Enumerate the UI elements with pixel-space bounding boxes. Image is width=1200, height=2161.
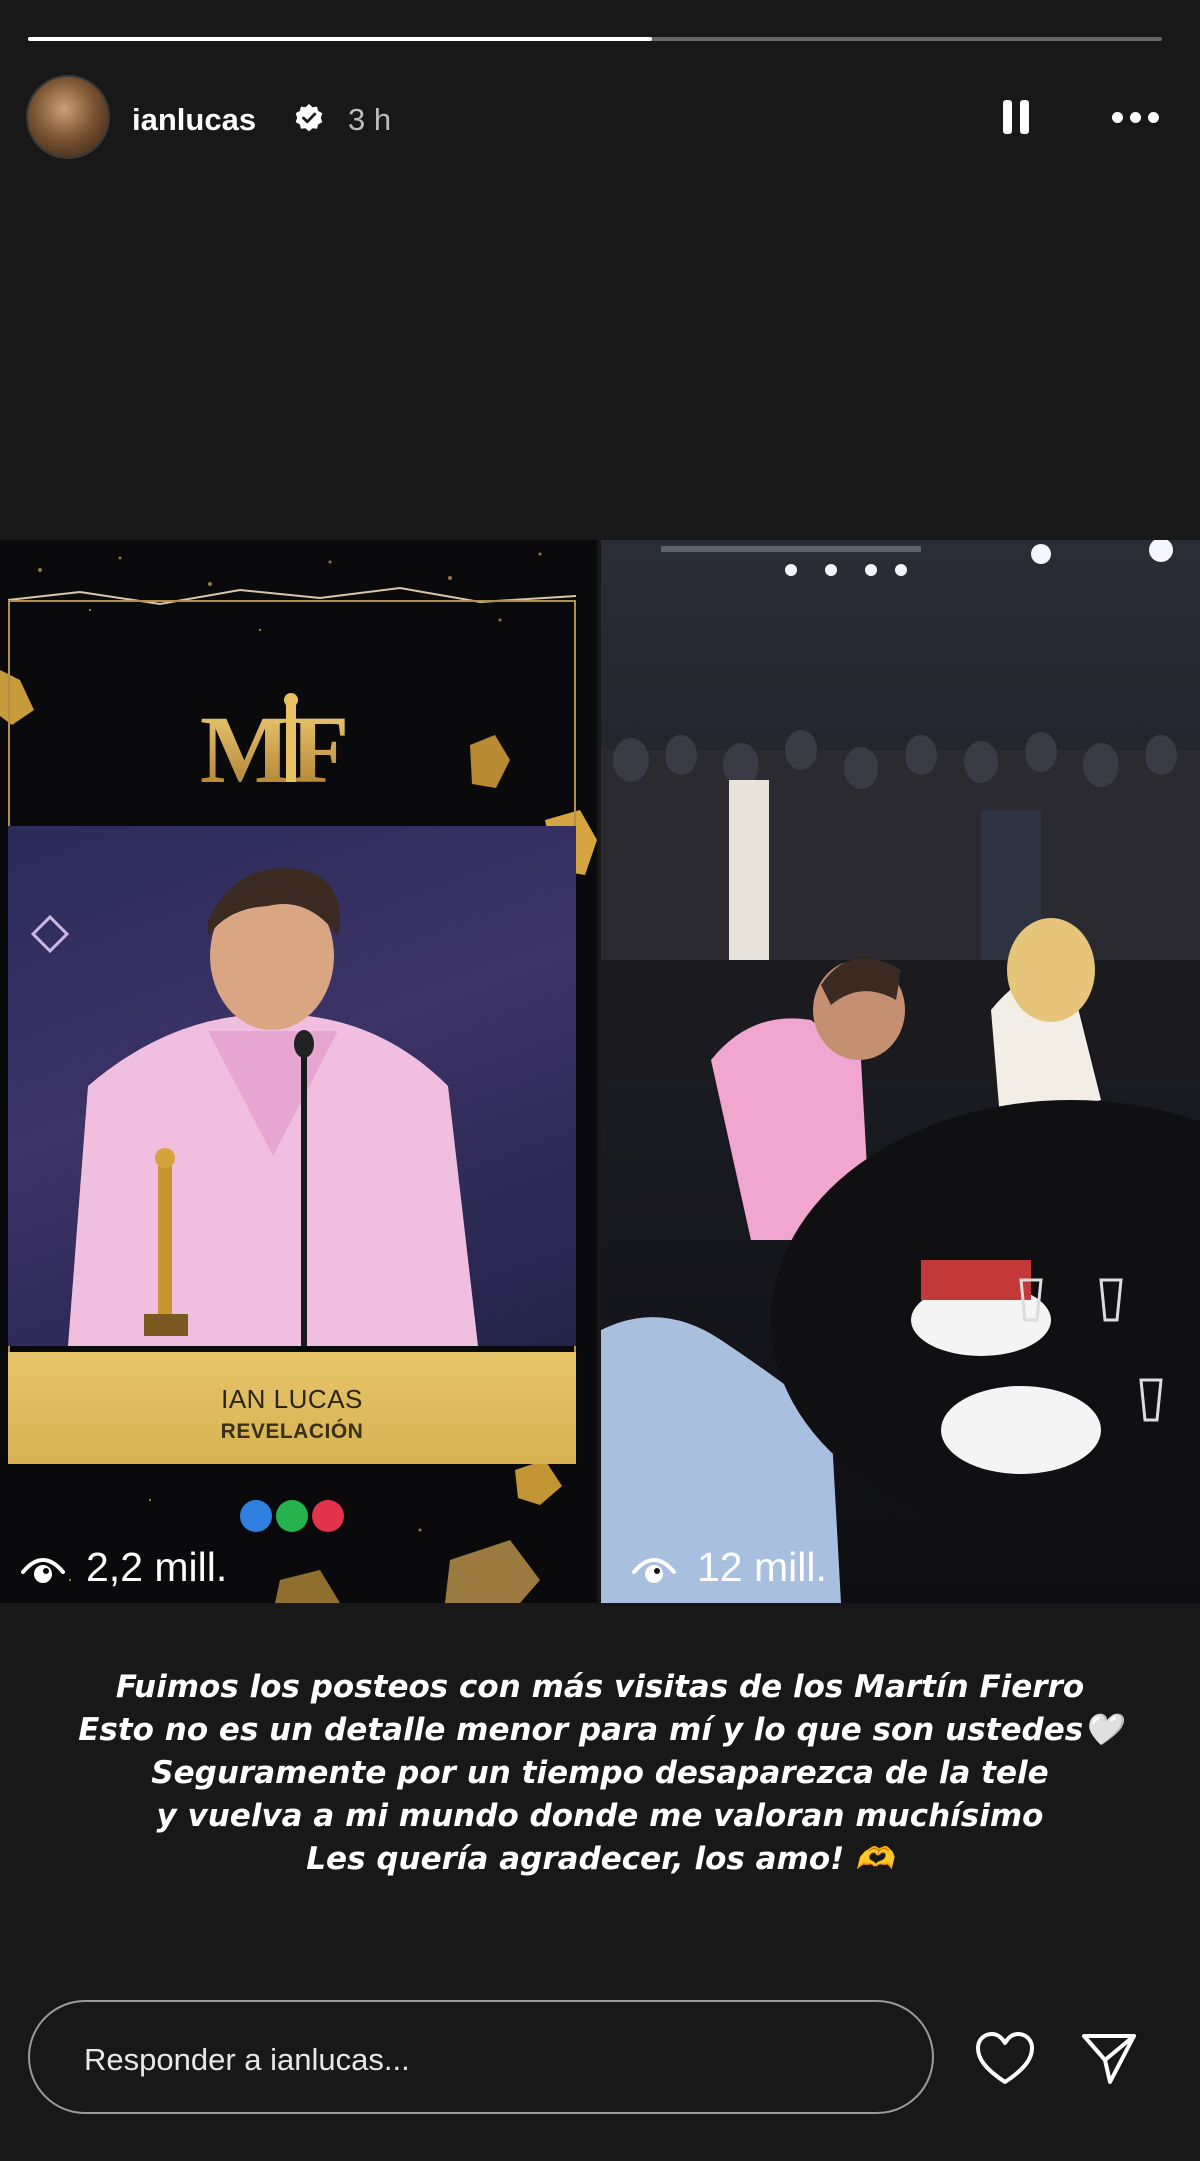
caption-line: y vuelva a mi mundo donde me valoran muc… [156,1798,1044,1834]
story-media: MF IAN LUCAS REVELACIÓN 2,2 mill. 12 mil… [0,540,1200,1603]
more-icon[interactable] [1106,96,1166,138]
story-header: ianlucas 3 h [26,72,1174,162]
story-caption: Fuimos los posteos con más visitas de lo… [0,1666,1200,1881]
send-icon[interactable] [1078,2028,1140,2088]
pause-icon[interactable] [998,96,1034,138]
eye-icon [632,1558,676,1583]
reply-input[interactable]: Responder a ianlucas... [28,2000,934,2114]
winner-photo [8,826,576,1346]
heart-icon[interactable] [974,2030,1036,2088]
mf-logo: MF [200,693,349,800]
winner-nameplate: IAN LUCAS REVELACIÓN [8,1352,576,1464]
eye-icon [21,1558,65,1583]
story-progress-fill [28,37,652,41]
view-count-value: 2,2 mill. [86,1544,228,1590]
view-count-value: 12 mill. [697,1544,827,1590]
svg-text:MF: MF [200,696,349,800]
post-time: 3 h [348,102,392,137]
caption-line: Esto no es un detalle menor para mí y lo… [78,1712,1122,1748]
ceremony-photo-panel: 12 mill. [601,540,1200,1603]
story-progress-bar [28,37,1162,41]
username[interactable]: ianlucas [132,102,256,138]
verified-badge-icon [295,104,323,132]
award-category: REVELACIÓN [220,1420,364,1443]
avatar[interactable] [26,75,110,159]
caption-line: Fuimos los posteos con más visitas de lo… [115,1669,1085,1705]
channel-logo [240,1500,350,1540]
caption-line: Seguramente por un tiempo desaparezca de… [151,1755,1049,1791]
award-screenshot-panel: MF IAN LUCAS REVELACIÓN 2,2 mill. [0,540,597,1603]
winner-name: IAN LUCAS [221,1384,363,1414]
ceremony-photo [601,540,1200,1603]
winner-illustration [30,868,478,1346]
reply-placeholder: Responder a ianlucas... [84,2042,410,2077]
caption-line: Les quería agradecer, los amo! 🫶 [306,1841,894,1877]
